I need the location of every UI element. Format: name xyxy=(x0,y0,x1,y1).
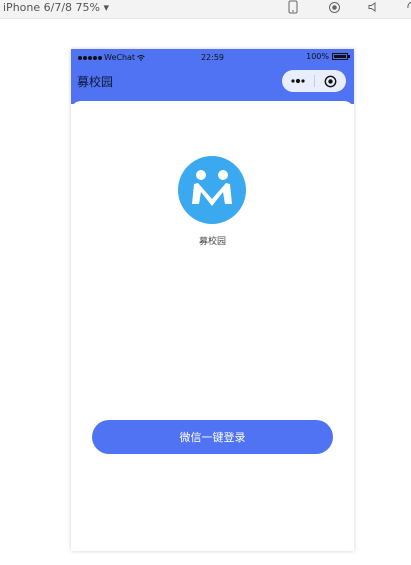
status-bar: WeChat 22:59 100% xyxy=(71,49,354,68)
more-dots-icon[interactable] xyxy=(282,70,314,92)
speaker-icon[interactable] xyxy=(366,0,380,14)
two-people-logo-icon xyxy=(192,170,232,206)
wechat-login-button[interactable]: 微信一键登录 xyxy=(92,420,333,454)
menu-capsule xyxy=(282,70,346,92)
battery-percent: 100% xyxy=(306,52,329,61)
app-name: 募校园 xyxy=(198,237,226,247)
battery-icon xyxy=(332,53,350,60)
device-selector[interactable]: iPhone 6/7/8 75% ▾ xyxy=(3,1,109,15)
app-logo xyxy=(178,156,246,224)
record-icon[interactable] xyxy=(327,0,341,14)
devtools-toolbar: iPhone 6/7/8 75% ▾ xyxy=(0,0,411,19)
battery-info: 100% xyxy=(306,52,350,61)
phone-outline-icon[interactable] xyxy=(286,0,300,14)
rotate-icon[interactable] xyxy=(403,0,411,14)
battery-level xyxy=(334,55,346,58)
navigation-bar: 募校园 xyxy=(71,68,354,104)
nav-title: 募校园 xyxy=(77,75,114,89)
target-close-icon[interactable] xyxy=(314,70,346,92)
page-content: 募校园 微信一键登录 xyxy=(71,101,354,551)
phone-simulator: WeChat 22:59 100% 募校园 募校园 微信一键登录 xyxy=(71,49,354,551)
